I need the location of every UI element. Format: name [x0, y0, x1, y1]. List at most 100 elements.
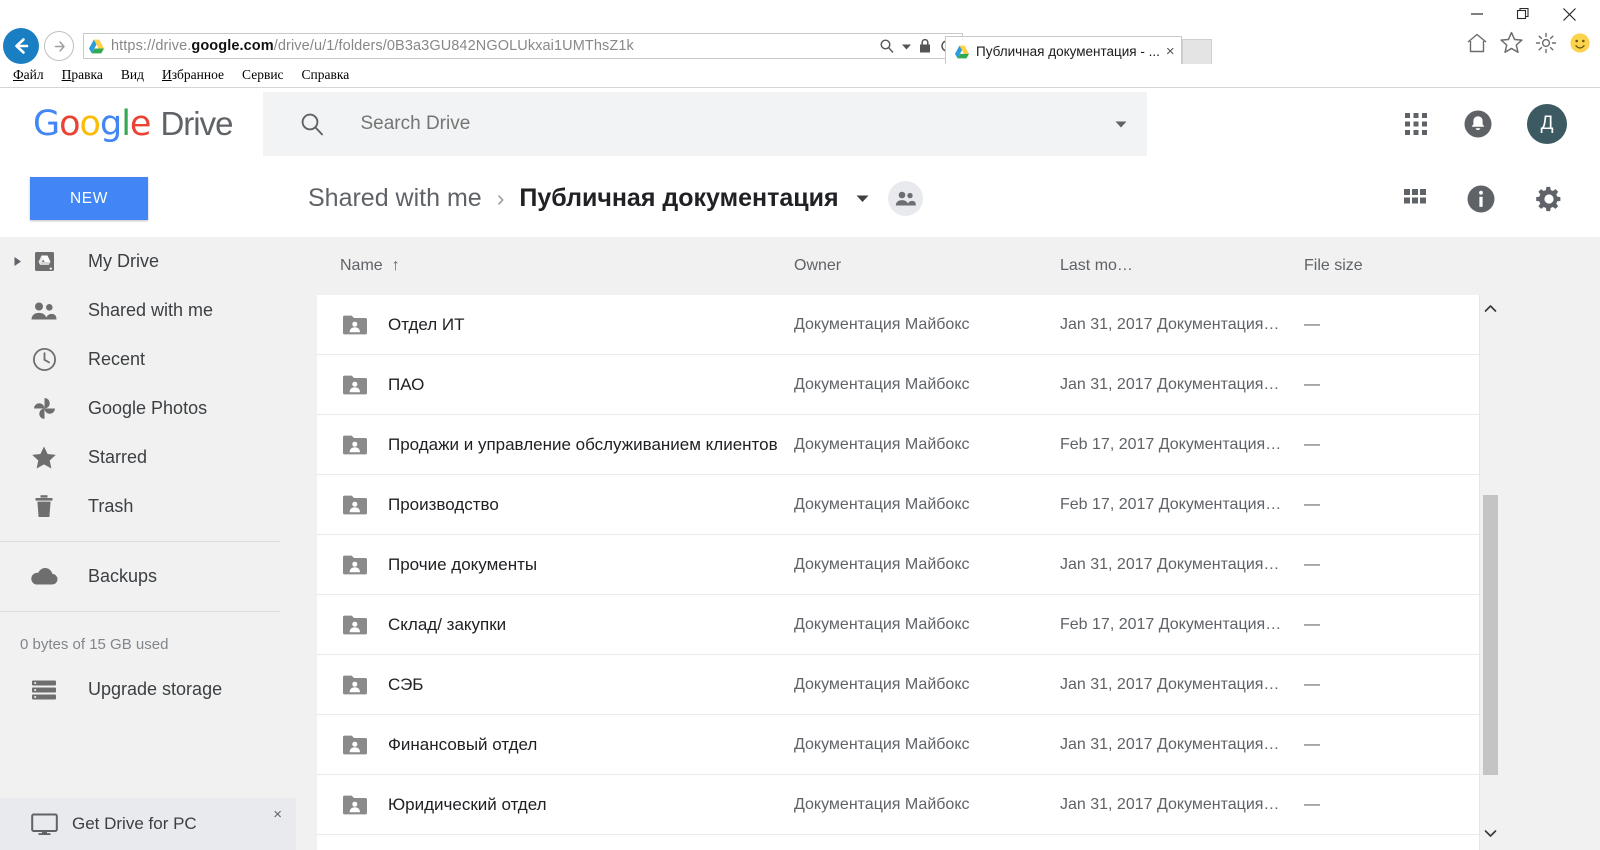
file-name: Склад/ закупки [388, 615, 506, 635]
table-row[interactable]: Склад/ закупкиДокументация МайбоксFeb 17… [317, 595, 1479, 655]
chevron-down-icon[interactable] [1113, 116, 1129, 132]
menu-item-tools[interactable]: Сервис [233, 67, 293, 83]
file-owner: Документация Майбокс [794, 676, 970, 694]
storage-usage-text: 0 bytes of 15 GB used [20, 622, 296, 665]
file-size: — [1304, 376, 1320, 394]
search-drive-box[interactable] [263, 92, 1147, 156]
menu-item-edit[interactable]: Правка [53, 67, 112, 83]
tab-close-icon[interactable]: × [1166, 44, 1175, 59]
minimize-icon[interactable] [1454, 0, 1500, 28]
google-drive-logo[interactable]: GoogleDrive [33, 107, 232, 142]
file-list-scrollbar[interactable] [1479, 295, 1501, 850]
shared-folder-icon [341, 434, 367, 455]
chevron-down-icon[interactable] [902, 42, 911, 51]
file-last-modified: Jan 31, 2017 Документация… [1060, 556, 1279, 574]
smiley-feedback-icon[interactable] [1568, 31, 1592, 55]
sidebar-item-backups[interactable]: Backups [0, 552, 296, 601]
table-row[interactable]: СЭБДокументация МайбоксJan 31, 2017 Доку… [317, 655, 1479, 715]
column-header-last-modified[interactable]: Last mo… [1060, 257, 1133, 275]
file-name: Юридический отдел [388, 795, 547, 815]
info-icon[interactable] [1466, 184, 1496, 214]
tab-strip: Публичная документация - ... × [945, 26, 1212, 66]
avatar[interactable]: Д [1527, 104, 1567, 144]
sidebar-item-my-drive[interactable]: My Drive [0, 237, 296, 286]
new-tab-button[interactable] [1182, 39, 1212, 66]
drive-favicon-icon [954, 45, 970, 59]
menu-accel: Ф [13, 67, 24, 82]
scrollbar-thumb[interactable] [1483, 495, 1498, 775]
star-icon [30, 445, 58, 470]
browser-tab[interactable]: Публичная документация - ... × [945, 36, 1182, 66]
close-icon[interactable] [1546, 0, 1592, 28]
back-button[interactable] [3, 28, 39, 64]
breadcrumb-parent[interactable]: Shared with me [308, 184, 482, 213]
sidebar-item-label: Starred [88, 447, 147, 468]
file-owner: Документация Майбокс [794, 736, 970, 754]
file-owner: Документация Майбокс [794, 496, 970, 514]
home-icon[interactable] [1465, 31, 1489, 55]
browser-command-bar [1465, 30, 1592, 55]
column-header-owner[interactable]: Owner [794, 257, 841, 275]
sidebar-item-google-photos[interactable]: Google Photos [0, 384, 296, 433]
table-row[interactable]: ПАОДокументация МайбоксJan 31, 2017 Доку… [317, 355, 1479, 415]
sidebar-item-trash[interactable]: Trash [0, 482, 296, 531]
shared-folder-icon [341, 494, 367, 515]
table-row[interactable]: Прочие документыДокументация МайбоксJan … [317, 535, 1479, 595]
sidebar-item-upgrade-storage[interactable]: Upgrade storage [0, 665, 296, 714]
menu-item-favorites[interactable]: Избранное [153, 67, 233, 83]
expand-triangle-icon[interactable] [8, 256, 26, 267]
file-owner: Документация Майбокс [794, 316, 970, 334]
search-icon[interactable] [879, 38, 895, 54]
column-header-file-size[interactable]: File size [1304, 257, 1363, 275]
chevron-down-icon[interactable] [854, 190, 871, 207]
get-drive-for-pc-banner[interactable]: Get Drive for PC × [0, 798, 296, 850]
sidebar-item-label: Google Photos [88, 398, 207, 419]
table-row[interactable]: Юридический отделДокументация МайбоксJan… [317, 775, 1479, 835]
url-path: /drive/u/1/folders/0B3a3GU842NGOLUkxai1U… [274, 38, 634, 54]
file-list-column-headers: Name ↑ Owner Last mo… File size [296, 237, 1600, 295]
settings-gear-icon[interactable] [1534, 184, 1564, 214]
sidebar-item-label: My Drive [88, 251, 159, 272]
file-rows-container: Отдел ИТДокументация МайбоксJan 31, 2017… [317, 295, 1479, 850]
menu-item-file[interactable]: Файл [4, 67, 53, 83]
url-subdomain: drive. [155, 38, 191, 54]
file-size: — [1304, 556, 1320, 574]
file-owner: Документация Майбокс [794, 376, 970, 394]
avatar-initial: Д [1541, 113, 1554, 135]
grid-view-icon[interactable] [1402, 186, 1428, 212]
scroll-down-arrow[interactable] [1480, 820, 1501, 846]
search-icon[interactable] [299, 111, 325, 137]
bell-icon[interactable] [1463, 109, 1493, 139]
table-row[interactable]: Продажи и управление обслуживанием клиен… [317, 415, 1479, 475]
table-row[interactable]: Отдел ИТДокументация МайбоксJan 31, 2017… [317, 295, 1479, 355]
menu-item-help[interactable]: Справка [293, 67, 359, 83]
sidebar-divider-1 [0, 541, 280, 542]
menu-item-view[interactable]: Вид [112, 67, 153, 83]
sidebar-item-shared-with-me[interactable]: Shared with me [0, 286, 296, 335]
new-button[interactable]: NEW [30, 177, 148, 220]
address-bar[interactable]: https://drive.google.com/drive/u/1/folde… [83, 33, 963, 59]
lock-icon[interactable] [918, 38, 932, 54]
tools-gear-icon[interactable] [1534, 31, 1558, 55]
file-last-modified: Jan 31, 2017 Документация… [1060, 676, 1279, 694]
shared-folder-icon [341, 554, 367, 575]
file-last-modified: Jan 31, 2017 Документация… [1060, 316, 1279, 334]
header-right-actions: Д [1403, 104, 1567, 144]
search-input[interactable] [358, 112, 1113, 136]
close-icon[interactable]: × [273, 806, 282, 823]
shared-folder-icon [341, 794, 367, 815]
column-header-name[interactable]: Name ↑ [340, 257, 400, 275]
sidebar-item-recent[interactable]: Recent [0, 335, 296, 384]
shared-indicator[interactable] [888, 181, 923, 216]
favorites-star-icon[interactable] [1499, 30, 1524, 55]
restore-icon[interactable] [1500, 0, 1546, 28]
table-row[interactable]: ПроизводствоДокументация МайбоксFeb 17, … [317, 475, 1479, 535]
sidebar-item-starred[interactable]: Starred [0, 433, 296, 482]
apps-grid-icon[interactable] [1403, 111, 1429, 137]
sidebar-item-label: Shared with me [88, 300, 213, 321]
menu-accel: И [162, 67, 172, 82]
forward-button[interactable] [44, 31, 74, 61]
breadcrumb-current[interactable]: Публичная документация [519, 184, 838, 213]
table-row[interactable]: Финансовый отделДокументация МайбоксJan … [317, 715, 1479, 775]
scroll-up-arrow[interactable] [1480, 295, 1501, 321]
